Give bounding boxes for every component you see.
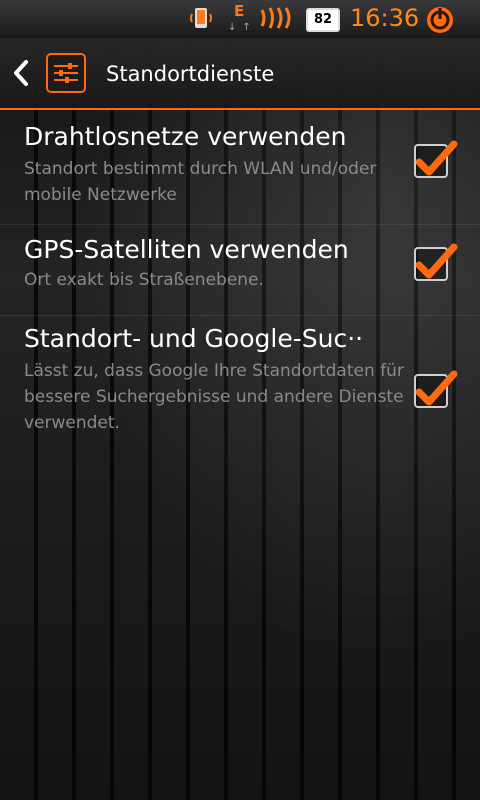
settings-sliders-icon	[46, 53, 86, 93]
checkbox-gps[interactable]	[414, 243, 458, 281]
checkmark-icon	[415, 243, 458, 279]
checkbox-google-location[interactable]	[414, 370, 458, 408]
phone-icon	[190, 8, 212, 28]
checkmark-icon	[415, 140, 458, 176]
clock: 16:36	[350, 4, 420, 32]
pref-title: Standort- und Google-Suc··	[24, 324, 364, 353]
checkmark-icon	[415, 370, 458, 406]
data-activity-icon: ↓↑	[228, 22, 257, 33]
pref-summary: Lässt zu, dass Google Ihre Standortdaten…	[24, 361, 404, 433]
signal-icon	[260, 7, 291, 29]
back-icon[interactable]	[10, 58, 32, 88]
action-bar: Standortdienste	[0, 38, 480, 110]
pref-summary: Ort exakt bis Straßenebene.	[24, 270, 264, 290]
pref-title: Drahtlosnetze verwenden	[24, 122, 347, 151]
pref-title: GPS-Satelliten verwenden	[24, 235, 349, 264]
network-type: E	[234, 2, 245, 20]
pref-wifi-location[interactable]: Drahtlosnetze verwenden Standort bestimm…	[0, 112, 480, 224]
page-title: Standortdienste	[106, 62, 275, 86]
battery-icon: 82	[306, 8, 340, 32]
status-bar: E ↓↑ 82 16:36	[0, 0, 480, 39]
power-icon[interactable]	[424, 3, 456, 35]
pref-summary: Standort bestimmt durch WLAN und/oder mo…	[24, 159, 377, 205]
checkbox-wifi-location[interactable]	[414, 140, 458, 178]
pref-gps[interactable]: GPS-Satelliten verwenden Ort exakt bis S…	[0, 225, 480, 315]
pref-google-location[interactable]: Standort- und Google-Suc·· Lässt zu, das…	[0, 316, 480, 466]
